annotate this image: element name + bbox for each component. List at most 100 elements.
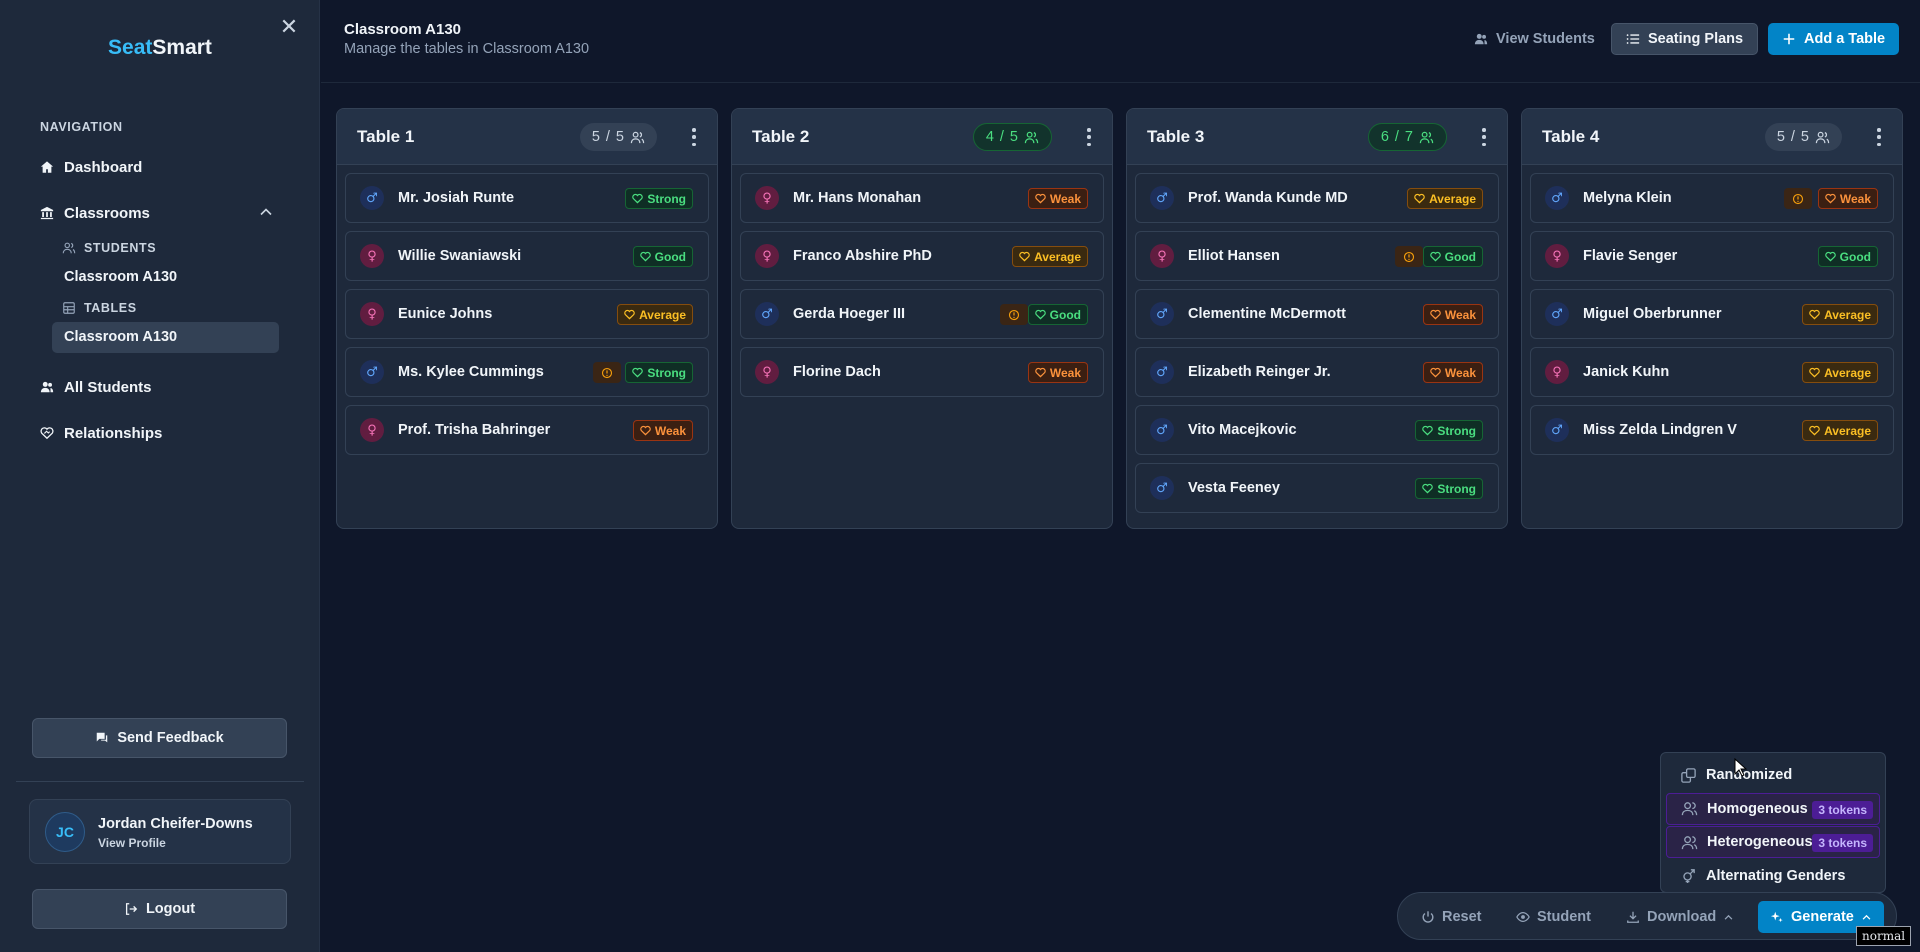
student-row[interactable]: ♀ Florine Dach Weak [740,347,1104,397]
view-students-button[interactable]: View Students [1460,23,1609,55]
capacity-badge: 5 / 5 [1764,123,1842,151]
sub-label-text: STUDENTS [84,241,157,255]
view-profile-link[interactable]: View Profile [98,836,166,850]
menu-item-homogeneous[interactable]: Homogeneous 3 tokens [1666,792,1880,825]
student-row[interactable]: ♀ Franco Abshire PhD Average [740,231,1104,281]
table-menu-icon[interactable] [1876,128,1882,146]
student-name: Eunice Johns [398,306,493,322]
student-row[interactable]: ♀ Elliot Hansen Good [1135,231,1499,281]
warning-icon[interactable] [1395,246,1423,267]
seat-separator: / [1394,129,1399,145]
student-list: ♀ Mr. Hans Monahan Weak ♀ Franco Abshire… [732,165,1112,397]
student-row[interactable]: ♀ Mr. Hans Monahan Weak [740,173,1104,223]
nav-section-label: NAVIGATION [40,120,123,134]
seating-plans-button[interactable]: Seating Plans [1611,23,1759,55]
table-header: Table 3 6 / 7 [1127,109,1507,165]
heart-icon [1035,193,1046,204]
menu-item-alternating-genders[interactable]: Alternating Genders [1666,860,1880,892]
heart-icon [1825,193,1836,204]
brand-logo[interactable]: SeatSmart [0,36,320,60]
student-row[interactable]: ♂ Melyna Klein Weak [1530,173,1894,223]
male-icon: ♂ [1150,302,1174,326]
student-row[interactable]: ♀ Willie Swaniawski Good [345,231,709,281]
student-row[interactable]: ♂ Ms. Kylee Cummings Strong [345,347,709,397]
female-icon: ♀ [755,244,779,268]
heart-icon [1809,367,1820,378]
sidebar-item-tables-classroom[interactable]: Classroom A130 [52,322,279,353]
sidebar-item-all-students[interactable]: All Students [40,375,152,399]
student-row[interactable]: ♂ Gerda Hoeger III Good [740,289,1104,339]
sidebar-item-classrooms[interactable]: Classrooms [40,201,150,225]
student-row[interactable]: ♂ Vito Macejkovic Strong [1135,405,1499,455]
table-menu-icon[interactable] [1481,128,1487,146]
student-row[interactable]: ♂ Prof. Wanda Kunde MD Average [1135,173,1499,223]
table-card[interactable]: Table 3 6 / 7 ♂ Prof. Wanda Kunde MD Ave… [1126,108,1508,529]
menu-item-randomized[interactable]: Randomized [1666,759,1880,791]
table-card[interactable]: Table 2 4 / 5 ♀ Mr. Hans Monahan Weak ♀ … [731,108,1113,529]
student-row[interactable]: ♀ Prof. Trisha Bahringer Weak [345,405,709,455]
relationship-badge: Weak [1422,362,1483,383]
student-row[interactable]: ♂ Clementine McDermott Weak [1135,289,1499,339]
student-row[interactable]: ♂ Elizabeth Reinger Jr. Weak [1135,347,1499,397]
female-icon: ♀ [755,360,779,384]
plus-icon [1783,33,1795,45]
sidebar-item-label: All Students [64,378,152,396]
relationship-label: Weak [654,423,686,438]
table-menu-icon[interactable] [691,128,697,146]
sidebar-item-label: Dashboard [64,158,143,176]
relationship-label: Good [1444,249,1476,264]
feedback-label: Send Feedback [117,730,224,746]
seat-count: 4 [985,129,994,145]
menu-item-heterogeneous[interactable]: Heterogeneous 3 tokens [1666,826,1880,858]
profile-card[interactable]: JC Jordan Cheifer-Downs View Profile [29,799,291,864]
student-name: Gerda Hoeger III [793,306,906,322]
relationship-badge: Good [1027,304,1088,325]
download-button[interactable]: Download [1626,905,1734,929]
reset-button[interactable]: Reset [1421,905,1482,929]
chevron-up-icon [1724,914,1733,920]
table-header: Table 2 4 / 5 [732,109,1112,165]
warning-icon[interactable] [1784,188,1812,209]
student-row[interactable]: ♂ Miss Zelda Lindgren V Average [1530,405,1894,455]
send-feedback-button[interactable]: Send Feedback [32,718,287,758]
relationship-badge: Average [1802,420,1878,441]
sidebar-item-relationships[interactable]: Relationships [40,421,162,445]
warning-icon[interactable] [593,362,621,383]
add-table-button[interactable]: Add a Table [1768,23,1900,55]
heart-icon [624,309,635,320]
student-row[interactable]: ♂ Vesta Feeney Strong [1135,463,1499,513]
table-card[interactable]: Table 4 5 / 5 ♂ Melyna Klein Weak ♀ Flav… [1521,108,1903,529]
relationship-label: Good [1049,307,1081,322]
close-sidebar-icon[interactable]: ✕ [278,16,300,38]
student-row[interactable]: ♀ Flavie Senger Good [1530,231,1894,281]
heart-icon [1414,193,1425,204]
student-name: Vesta Feeney [1188,480,1280,496]
sidebar-item-dashboard[interactable]: Dashboard [40,155,142,179]
student-name: Miss Zelda Lindgren V [1583,422,1737,438]
table-card[interactable]: Table 1 5 / 5 ♂ Mr. Josiah Runte Strong [336,108,718,529]
student-name: Clementine McDermott [1188,306,1346,322]
student-row[interactable]: ♂ Miguel Oberbrunner Average [1530,289,1894,339]
relationship-label: Strong [1437,481,1476,496]
relationship-badge: Weak [1027,362,1088,383]
page-header: Classroom A130 Manage the tables in Clas… [321,0,1920,83]
student-view-button[interactable]: Student [1516,905,1591,929]
chevron-up-icon[interactable] [258,204,274,220]
relationship-badge: Weak [632,420,693,441]
button-label: Add a Table [1804,31,1886,47]
logout-button[interactable]: Logout [32,889,287,929]
table-menu-icon[interactable] [1086,128,1092,146]
seat-count: 6 [1380,129,1389,145]
sidebar-item-students-classroom[interactable]: Classroom A130 [52,262,279,293]
heart-icon [1019,251,1030,262]
users-icon [630,131,645,143]
sidebar-item-label: Relationships [64,424,163,442]
student-row[interactable]: ♀ Eunice Johns Average [345,289,709,339]
warning-icon[interactable] [1000,304,1028,325]
heart-icon [632,193,644,204]
student-row[interactable]: ♂ Mr. Josiah Runte Strong [345,173,709,223]
student-row[interactable]: ♀ Janick Kuhn Average [1530,347,1894,397]
relationship-label: Average [1824,423,1871,438]
male-icon: ♂ [360,186,384,210]
student-name: Melyna Klein [1583,190,1672,206]
